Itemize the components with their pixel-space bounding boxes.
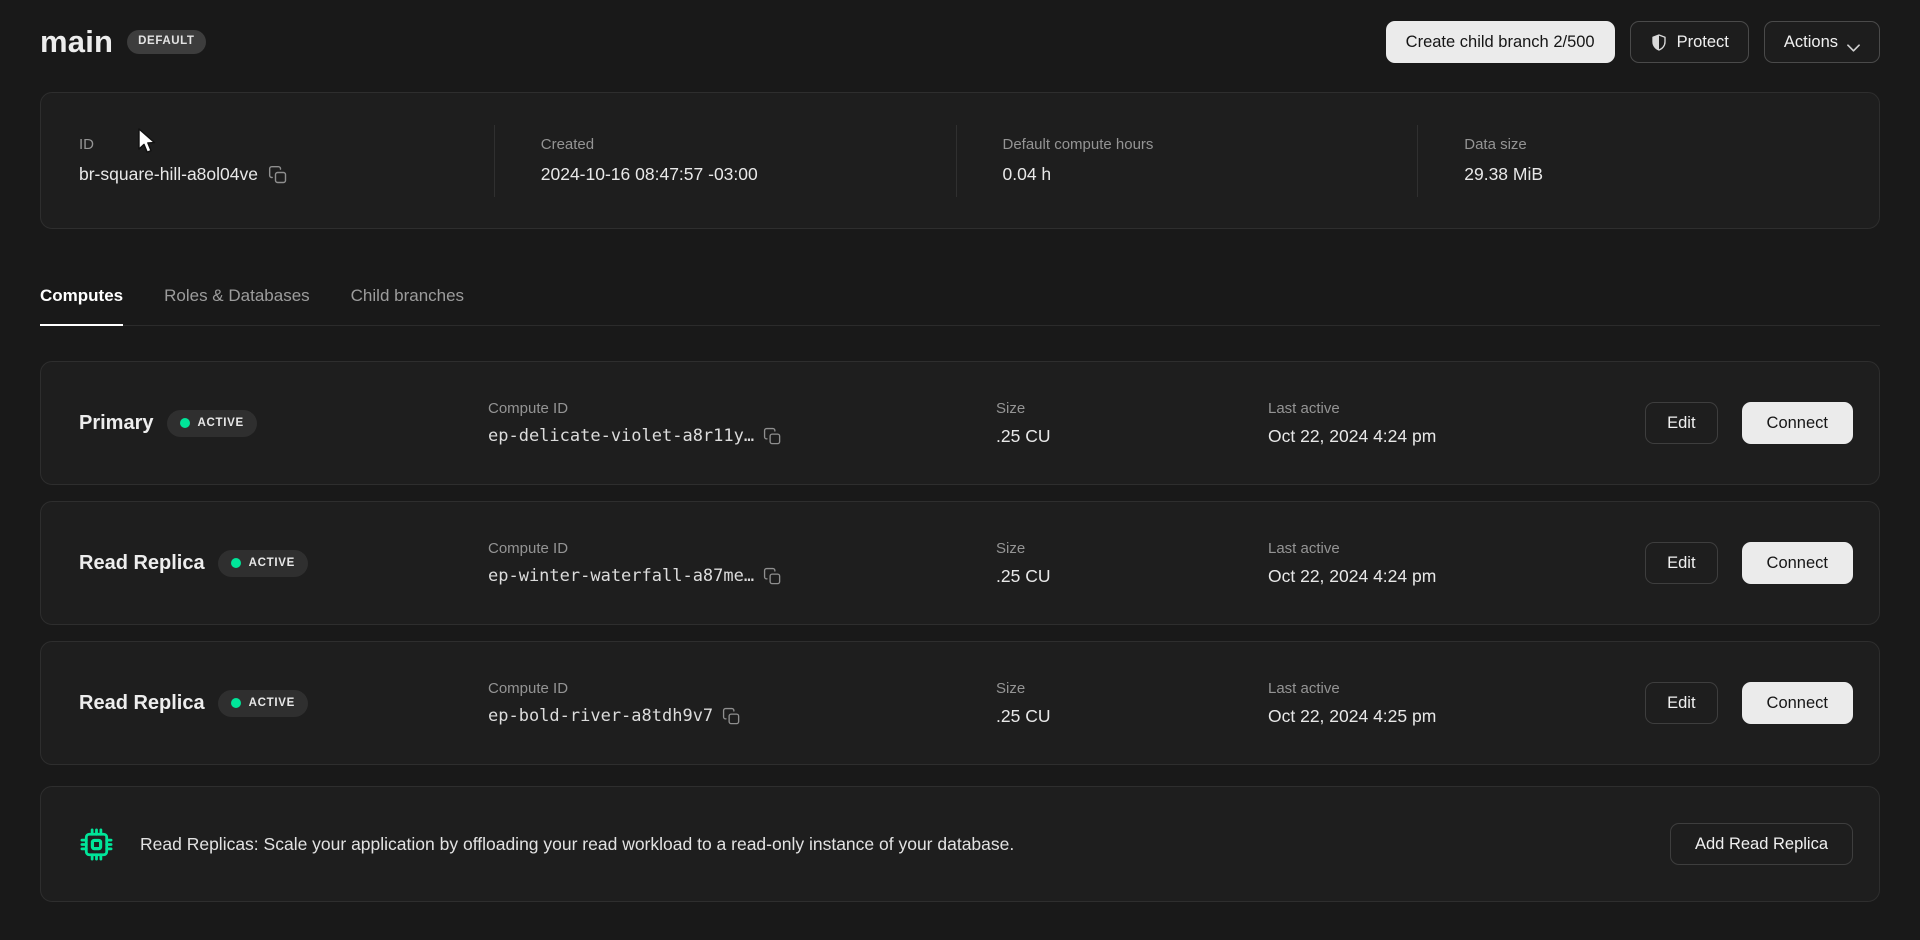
tab-roles-databases[interactable]: Roles & Databases (164, 286, 310, 326)
last-active-label: Last active (1268, 540, 1645, 557)
compute-name-group: Primary ACTIVE (79, 410, 488, 437)
default-badge: DEFAULT (127, 30, 205, 54)
status-dot-icon (180, 418, 190, 428)
edit-button[interactable]: Edit (1645, 402, 1717, 444)
last-active-label: Last active (1268, 400, 1645, 417)
chevron-down-icon (1847, 38, 1860, 46)
branch-page: main DEFAULT Create child branch 2/500 P… (0, 0, 1920, 902)
status-badge: ACTIVE (218, 690, 308, 717)
compute-id-value: ep-bold-river-a8tdh9v7 (488, 706, 713, 726)
tab-child-branches[interactable]: Child branches (351, 286, 464, 326)
status-badge: ACTIVE (218, 550, 308, 577)
compute-id-cell: Compute ID ep-delicate-violet-a8r11y… (488, 400, 996, 446)
row-actions: Edit Connect (1645, 682, 1853, 724)
tab-bar: Computes Roles & Databases Child branche… (40, 286, 1880, 326)
edit-button[interactable]: Edit (1645, 542, 1717, 584)
field-label: Created (541, 136, 956, 153)
compute-name-group: Read Replica ACTIVE (79, 690, 488, 717)
page-title: main (40, 24, 113, 60)
status-label: ACTIVE (249, 697, 295, 709)
compute-id-cell: Compute ID ep-winter-waterfall-a87me… (488, 540, 996, 586)
status-badge: ACTIVE (167, 410, 257, 437)
protect-button-label: Protect (1677, 33, 1729, 52)
compute-row-read-replica-2: Read Replica ACTIVE Compute ID ep-bold-r… (40, 641, 1880, 765)
field-label: Data size (1464, 136, 1879, 153)
size-label: Size (996, 540, 1268, 557)
size-value: .25 CU (996, 426, 1268, 447)
status-label: ACTIVE (198, 417, 244, 429)
compute-id-label: Compute ID (488, 680, 996, 697)
size-label: Size (996, 400, 1268, 417)
status-label: ACTIVE (249, 557, 295, 569)
actions-button-label: Actions (1784, 33, 1838, 52)
status-dot-icon (231, 558, 241, 568)
shield-icon (1650, 33, 1668, 52)
copy-icon[interactable] (763, 567, 782, 586)
size-cell: Size .25 CU (996, 680, 1268, 727)
last-active-value: Oct 22, 2024 4:24 pm (1268, 426, 1645, 447)
connect-button[interactable]: Connect (1742, 682, 1853, 724)
compute-row-read-replica-1: Read Replica ACTIVE Compute ID ep-winter… (40, 501, 1880, 625)
create-child-branch-button[interactable]: Create child branch 2/500 (1386, 21, 1615, 63)
connect-button[interactable]: Connect (1742, 542, 1853, 584)
compute-name: Primary (79, 412, 154, 435)
compute-name-group: Read Replica ACTIVE (79, 550, 488, 577)
copy-icon[interactable] (722, 707, 741, 726)
created-value: 2024-10-16 08:47:57 -03:00 (541, 164, 956, 185)
data-size-field: Data size 29.38 MiB (1417, 125, 1879, 197)
header-actions: Create child branch 2/500 Protect Action… (1386, 21, 1880, 63)
actions-button[interactable]: Actions (1764, 21, 1880, 63)
tab-computes[interactable]: Computes (40, 286, 123, 326)
add-read-replica-button[interactable]: Add Read Replica (1670, 823, 1853, 865)
last-active-value: Oct 22, 2024 4:24 pm (1268, 566, 1645, 587)
edit-button[interactable]: Edit (1645, 682, 1717, 724)
branch-id-field: ID br-square-hill-a8ol04ve (41, 125, 494, 197)
compute-hours-value: 0.04 h (1003, 164, 1418, 185)
field-label: Default compute hours (1003, 136, 1418, 153)
row-actions: Edit Connect (1645, 542, 1853, 584)
branch-title-group: main DEFAULT (40, 24, 206, 60)
compute-id-label: Compute ID (488, 400, 996, 417)
compute-hours-field: Default compute hours 0.04 h (956, 125, 1418, 197)
compute-name: Read Replica (79, 692, 205, 715)
compute-row-primary: Primary ACTIVE Compute ID ep-delicate-vi… (40, 361, 1880, 485)
created-field: Created 2024-10-16 08:47:57 -03:00 (494, 125, 956, 197)
size-label: Size (996, 680, 1268, 697)
branch-id-value: br-square-hill-a8ol04ve (79, 164, 258, 185)
read-replica-banner-text: Read Replicas: Scale your application by… (140, 834, 1670, 855)
page-header: main DEFAULT Create child branch 2/500 P… (40, 0, 1880, 78)
size-cell: Size .25 CU (996, 540, 1268, 587)
last-active-cell: Last active Oct 22, 2024 4:25 pm (1268, 680, 1645, 727)
compute-id-cell: Compute ID ep-bold-river-a8tdh9v7 (488, 680, 996, 726)
copy-icon[interactable] (763, 427, 782, 446)
last-active-cell: Last active Oct 22, 2024 4:24 pm (1268, 540, 1645, 587)
row-actions: Edit Connect (1645, 402, 1853, 444)
cpu-chip-icon (79, 827, 114, 862)
size-value: .25 CU (996, 566, 1268, 587)
size-cell: Size .25 CU (996, 400, 1268, 447)
last-active-cell: Last active Oct 22, 2024 4:24 pm (1268, 400, 1645, 447)
last-active-label: Last active (1268, 680, 1645, 697)
connect-button[interactable]: Connect (1742, 402, 1853, 444)
data-size-value: 29.38 MiB (1464, 164, 1879, 185)
compute-id-label: Compute ID (488, 540, 996, 557)
copy-icon[interactable] (268, 165, 288, 185)
computes-list: Primary ACTIVE Compute ID ep-delicate-vi… (40, 361, 1880, 902)
field-label: ID (79, 136, 494, 153)
branch-details-card: ID br-square-hill-a8ol04ve Created 2024-… (40, 92, 1880, 229)
protect-button[interactable]: Protect (1630, 21, 1749, 63)
last-active-value: Oct 22, 2024 4:25 pm (1268, 706, 1645, 727)
read-replica-banner: Read Replicas: Scale your application by… (40, 786, 1880, 902)
compute-id-value: ep-delicate-violet-a8r11y… (488, 426, 754, 446)
compute-name: Read Replica (79, 552, 205, 575)
status-dot-icon (231, 698, 241, 708)
compute-id-value: ep-winter-waterfall-a87me… (488, 566, 754, 586)
size-value: .25 CU (996, 706, 1268, 727)
